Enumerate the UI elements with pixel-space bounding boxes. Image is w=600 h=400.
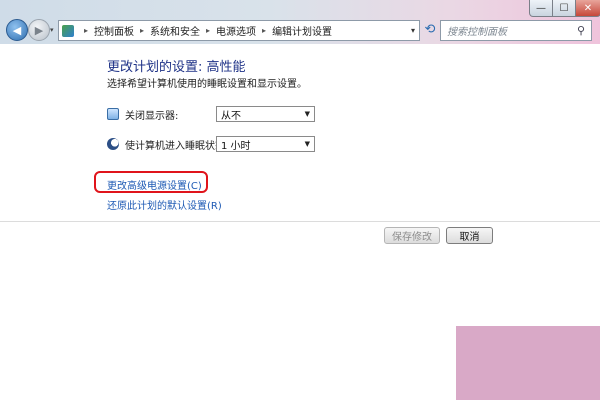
- breadcrumb: ▸ 控制面板 ▸ 系统和安全 ▸ 电源选项 ▸ 编辑计划设置: [78, 23, 332, 38]
- control-panel-icon: [62, 24, 74, 37]
- restore-defaults-link[interactable]: 还原此计划的默认设置(R): [107, 197, 222, 212]
- forward-arrow-icon: ▶: [34, 23, 44, 37]
- monitor-icon: [107, 108, 119, 120]
- back-arrow-icon: ◀: [12, 23, 22, 37]
- window: — ☐ ✕ ◀ ▶ ▾ ▸ 控制面板 ▸ 系统和安全 ▸ 电源选项 ▸ 编辑计划…: [0, 0, 600, 400]
- display-off-row: 关闭显示器:: [107, 105, 217, 123]
- page-title: 更改计划的设置: 高性能: [107, 60, 246, 75]
- breadcrumb-item-system-security[interactable]: 系统和安全: [150, 23, 200, 38]
- sleep-value: 1 小时: [221, 140, 251, 152]
- title-bar: — ☐ ✕ ◀ ▶ ▾ ▸ 控制面板 ▸ 系统和安全 ▸ 电源选项 ▸ 编辑计划…: [0, 0, 600, 44]
- maximize-button[interactable]: ☐: [552, 0, 576, 17]
- minimize-icon: —: [536, 2, 546, 14]
- recent-pages-dropdown[interactable]: ▾: [50, 26, 54, 34]
- breadcrumb-separator[interactable]: ▸: [84, 26, 88, 35]
- address-dropdown-icon[interactable]: ▾: [411, 26, 415, 35]
- breadcrumb-item-power-options[interactable]: 电源选项: [216, 23, 256, 38]
- background-corner: [456, 326, 600, 400]
- cancel-button[interactable]: 取消: [446, 227, 493, 244]
- breadcrumb-separator[interactable]: ▸: [206, 26, 210, 35]
- minimize-button[interactable]: —: [529, 0, 553, 17]
- forward-button[interactable]: ▶: [28, 19, 50, 41]
- close-icon: ✕: [583, 2, 593, 14]
- breadcrumb-item-edit-plan[interactable]: 编辑计划设置: [272, 23, 332, 38]
- search-icon[interactable]: ⚲: [574, 24, 588, 38]
- display-off-value: 从不: [221, 110, 241, 122]
- address-bar[interactable]: ▸ 控制面板 ▸ 系统和安全 ▸ 电源选项 ▸ 编辑计划设置 ▾: [58, 20, 420, 41]
- chevron-down-icon: ▼: [304, 140, 310, 148]
- breadcrumb-separator[interactable]: ▸: [140, 26, 144, 35]
- display-off-label: 关闭显示器:: [125, 110, 179, 122]
- close-button[interactable]: ✕: [575, 0, 600, 17]
- chevron-down-icon: ▼: [304, 110, 310, 118]
- sleep-moon-icon: [107, 138, 119, 150]
- maximize-icon: ☐: [559, 2, 569, 14]
- breadcrumb-separator[interactable]: ▸: [262, 26, 266, 35]
- back-button[interactable]: ◀: [6, 19, 28, 41]
- advanced-power-settings-link[interactable]: 更改高级电源设置(C): [107, 177, 202, 192]
- display-off-select[interactable]: 从不 ▼: [216, 106, 315, 122]
- breadcrumb-item-control-panel[interactable]: 控制面板: [94, 23, 134, 38]
- search-box[interactable]: 搜索控制面板 ⚲: [440, 20, 592, 41]
- save-changes-button[interactable]: 保存修改: [384, 227, 440, 244]
- refresh-icon: ⟲: [424, 21, 436, 37]
- page-subtitle: 选择希望计算机使用的睡眠设置和显示设置。: [107, 79, 307, 90]
- sleep-select[interactable]: 1 小时 ▼: [216, 136, 315, 152]
- refresh-button[interactable]: ⟲: [422, 21, 438, 37]
- search-input[interactable]: 搜索控制面板: [447, 23, 574, 38]
- divider: [0, 221, 600, 222]
